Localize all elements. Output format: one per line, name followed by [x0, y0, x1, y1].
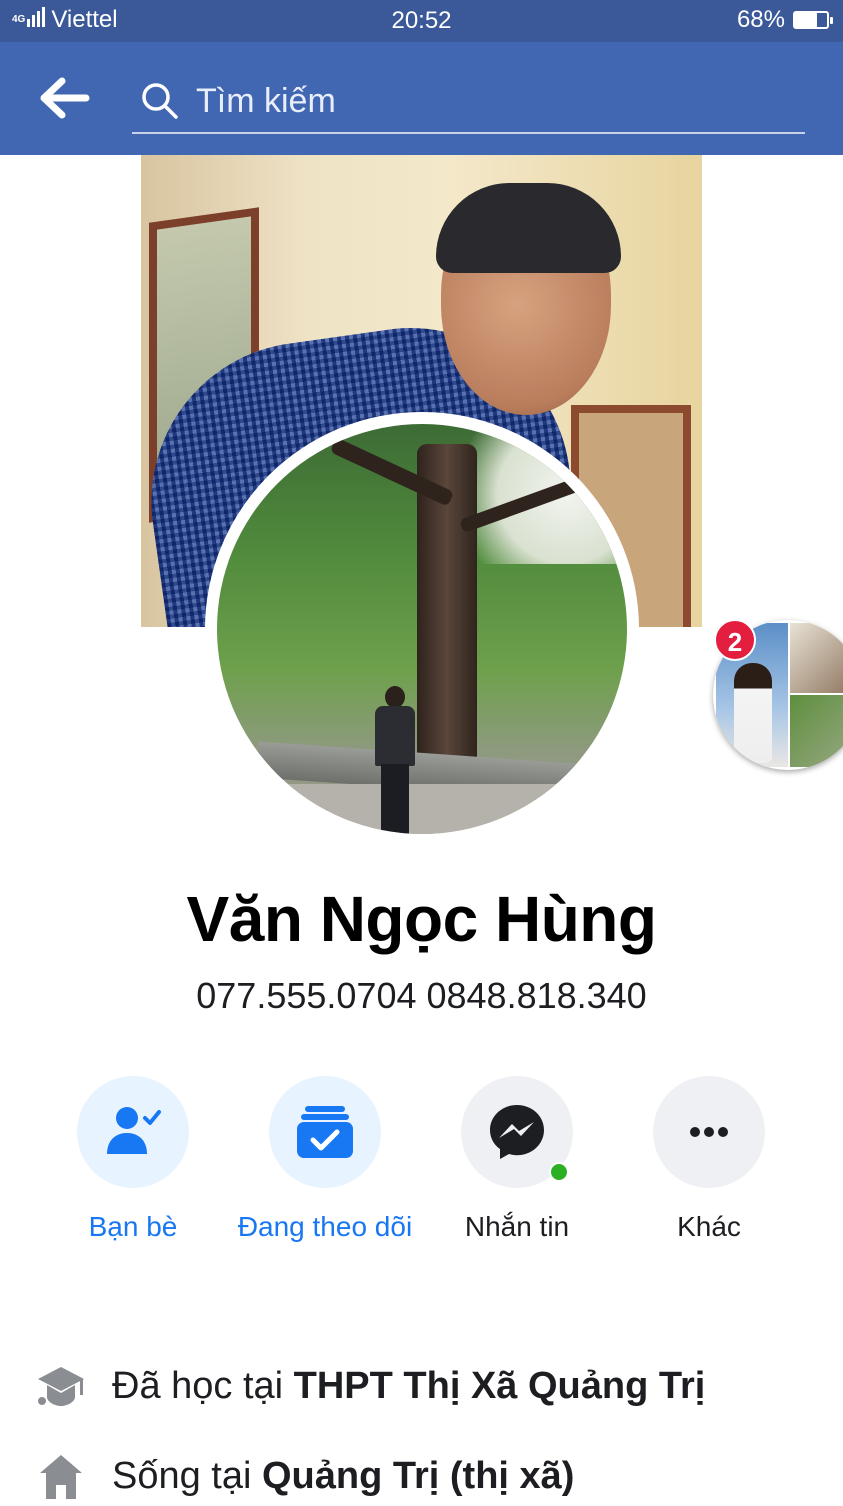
education-school[interactable]: THPT Thị Xã Quảng Trị — [294, 1365, 706, 1407]
following-label: Đang theo dõi — [237, 1211, 413, 1242]
message-label: Nhắn tin — [464, 1211, 570, 1242]
education-row[interactable]: Đã học tại THPT Thị Xã Quảng Trị — [36, 1356, 836, 1416]
lives-in-prefix: Sống tại — [112, 1454, 262, 1497]
graduation-cap-icon — [38, 1367, 84, 1406]
lives-in-row[interactable]: Sống tại Quảng Trị (thị xã) — [36, 1446, 836, 1506]
back-button[interactable] — [40, 75, 90, 121]
message-button[interactable]: Nhắn tin — [427, 1076, 607, 1248]
battery-icon — [793, 11, 833, 29]
more-button[interactable]: Khác — [619, 1076, 799, 1248]
status-bar: 4G Viettel 20:52 68% — [0, 0, 843, 42]
profile-subtitle: 077.555.0704 0848.818.340 — [196, 975, 647, 1016]
search-input[interactable] — [196, 78, 776, 124]
arrow-left-icon — [40, 77, 90, 119]
more-button-circle — [653, 1076, 765, 1188]
education-prefix: Đã học tại — [112, 1364, 294, 1407]
lives-in-text: Sống tại Quảng Trị (thị xã) — [112, 1455, 574, 1498]
clock: 20:52 — [391, 7, 452, 34]
more-label: Khác — [677, 1211, 741, 1242]
profile-name: Văn Ngọc Hùng — [186, 883, 657, 955]
battery-percent: 68% — [736, 6, 785, 33]
following-button[interactable]: Đang theo dõi — [235, 1076, 415, 1248]
friends-check-icon — [107, 1107, 161, 1154]
messenger-icon — [490, 1105, 544, 1159]
following-inbox-check-icon — [297, 1106, 353, 1158]
avatar — [217, 424, 627, 834]
home-icon — [40, 1455, 82, 1499]
search-icon — [142, 83, 178, 119]
top-nav-bar — [0, 42, 843, 155]
friends-button[interactable]: Bạn bè — [43, 1076, 223, 1248]
search-bar[interactable] — [132, 72, 805, 134]
story-count-badge: 2 — [714, 619, 756, 661]
message-button-circle — [461, 1076, 573, 1188]
profile-picture[interactable] — [205, 412, 639, 846]
friends-label: Bạn bè — [88, 1211, 178, 1242]
education-text: Đã học tại THPT Thị Xã Quảng Trị — [112, 1365, 705, 1408]
more-dots-icon — [690, 1127, 728, 1137]
following-button-circle — [269, 1076, 381, 1188]
status-right: 68% — [736, 6, 833, 34]
battery-fill — [795, 13, 817, 27]
friends-button-circle — [77, 1076, 189, 1188]
online-status-dot — [549, 1162, 569, 1182]
lives-in-place[interactable]: Quảng Trị (thị xã) — [262, 1455, 574, 1497]
